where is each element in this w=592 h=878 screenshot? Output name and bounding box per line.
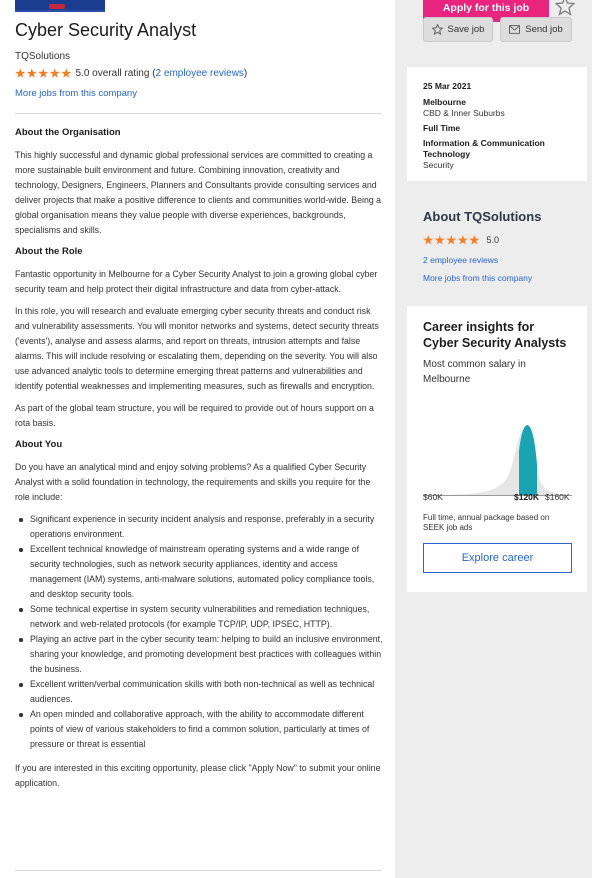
section-heading: About the Organisation — [15, 127, 121, 138]
rating-close: ) — [243, 68, 248, 79]
list-item: Playing an active part in the cyber secu… — [15, 632, 383, 677]
star-outline-icon[interactable] — [555, 0, 575, 16]
company-logo — [15, 0, 105, 12]
salary-distribution-chart — [423, 425, 572, 496]
listing-date: 25 Mar 2021 — [423, 81, 472, 91]
paragraph: In this role, you will research and eval… — [15, 306, 379, 391]
job-description: About the Organisation This highly succe… — [15, 126, 383, 798]
paragraph: If you are interested in this exciting o… — [15, 763, 381, 788]
requirements-list: Significant experience in security incid… — [15, 512, 383, 752]
list-item: An open minded and collaborative approac… — [15, 707, 383, 752]
save-job-button[interactable]: Save job — [423, 17, 493, 42]
work-type: Full Time — [423, 123, 461, 133]
job-location: Melbourne — [423, 97, 466, 107]
star-icon — [423, 235, 434, 245]
paragraph: This highly successful and dynamic globa… — [15, 150, 382, 235]
save-job-label: Save job — [447, 24, 485, 35]
rating-stars — [423, 235, 480, 246]
mail-icon — [509, 25, 521, 34]
star-icon — [15, 68, 26, 78]
paragraph: Fantastic opportunity in Melbourne for a… — [15, 269, 378, 294]
list-item: Excellent technical knowledge of mainstr… — [15, 542, 383, 602]
star-icon — [26, 68, 37, 78]
company-name: TQSolutions — [15, 51, 71, 62]
explore-career-button[interactable]: Explore career — [423, 543, 572, 573]
send-job-label: Send job — [525, 24, 563, 35]
company-rating: 5.0 overall rating ( 2 employee reviews … — [15, 68, 247, 79]
employee-reviews-link[interactable]: 2 employee reviews — [156, 68, 244, 79]
star-icon — [431, 24, 443, 35]
job-title: Cyber Security Analyst — [15, 20, 197, 40]
career-insights-title: Career insights for Cyber Security Analy… — [423, 320, 567, 350]
salary-high: $160K — [545, 492, 570, 502]
job-area: CBD & Inner Suburbs — [423, 108, 505, 118]
paragraph: Do you have an analytical mind and enjoy… — [15, 462, 371, 502]
about-reviews-link[interactable]: 2 employee reviews — [423, 255, 498, 265]
job-classification: Information & Communication Technology — [423, 138, 545, 159]
divider — [15, 113, 381, 114]
star-icon — [49, 68, 60, 78]
rating-text: 5.0 overall rating ( — [75, 68, 156, 79]
job-subclassification: Security — [423, 160, 454, 170]
star-icon — [61, 68, 72, 78]
star-icon — [469, 235, 480, 245]
rating-stars — [15, 68, 72, 79]
about-rating: 5.0 — [423, 235, 499, 246]
list-item: Excellent written/verbal communication s… — [15, 677, 383, 707]
about-company-title: About TQSolutions — [423, 209, 542, 224]
divider — [15, 870, 381, 871]
more-jobs-link[interactable]: More jobs from this company — [15, 88, 137, 99]
salary-note: Full time, annual package based on SEEK … — [423, 513, 550, 532]
star-icon — [446, 235, 457, 245]
send-job-button[interactable]: Send job — [500, 17, 572, 42]
section-heading: About the Role — [15, 246, 83, 257]
about-more-jobs-link[interactable]: More jobs from this company — [423, 273, 532, 283]
list-item: Significant experience in security incid… — [15, 512, 383, 542]
about-rating-value: 5.0 — [486, 235, 500, 246]
list-item: Some technical expertise in system secur… — [15, 602, 383, 632]
paragraph: As part of the global team structure, yo… — [15, 403, 374, 428]
star-icon — [434, 235, 445, 245]
salary-mid: $120K — [514, 492, 540, 502]
salary-low: $60K — [423, 492, 443, 502]
salary-caption: Most common salary in Melbourne — [423, 359, 526, 385]
job-details-card: 25 Mar 2021 Melbourne CBD & Inner Suburb… — [407, 67, 587, 181]
section-heading: About You — [15, 439, 63, 450]
star-icon — [38, 68, 49, 78]
star-icon — [457, 235, 468, 245]
